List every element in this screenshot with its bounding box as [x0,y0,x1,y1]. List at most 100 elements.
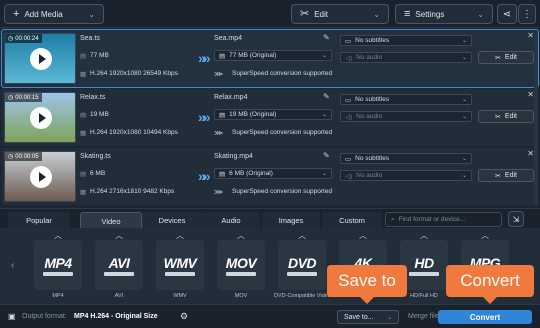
audio-select[interactable]: ◁) No audio ⌄ [340,111,472,122]
file-list: ◷ 00:00:24 Sea.ts ▤ 77 MB ▦ H.264 1920x10… [0,28,540,208]
bottom-bar: ▣ Output format: MP4 H.264 - Original Si… [0,304,540,328]
edit-file-button[interactable]: ✂ Edit [478,169,534,182]
format-logo-bar [287,271,317,276]
subtitles-select[interactable]: ▭ No subtitles ⌄ [340,94,472,105]
add-media-button[interactable]: + Add Media ⌄ [4,4,104,24]
tab-video[interactable]: Video [80,212,142,229]
format-logo-text: WMV [163,254,197,271]
remove-file-close-icon[interactable]: ✕ [527,90,534,99]
tab-audio[interactable]: Audio [202,212,260,229]
duration-text: 00:00:24 [15,35,39,42]
add-media-label: Add Media [24,9,63,19]
output-size-select[interactable]: ▤ 19 MB (Original) ⌄ [214,109,332,120]
pencil-icon[interactable]: ✎ [323,92,330,101]
audio-value: No audio [356,172,383,179]
file-list-scrollbar[interactable] [534,32,538,206]
subtitles-select[interactable]: ▭ No subtitles ⌄ [340,35,472,46]
subtitles-select[interactable]: ▭ No subtitles ⌄ [340,153,472,164]
format-tile[interactable]: ︿ MOV MOV [213,230,269,300]
convert-button[interactable]: Convert [438,310,532,324]
format-search-input[interactable]: ⌕ Find format or device... [385,212,502,227]
output-size-select[interactable]: ▤ 6 MB (Original) ⌄ [214,168,332,179]
format-logo: AVI [95,240,143,290]
source-file-size: 19 MB [90,111,109,118]
tab-popular[interactable]: Popular [8,212,70,229]
chevron-left-icon[interactable]: ‹ [11,260,14,271]
pencil-icon[interactable]: ✎ [323,33,330,42]
clock-icon: ◷ [8,154,14,160]
play-icon[interactable] [30,107,52,129]
duration-badge: ◷ 00:00:15 [5,93,42,102]
format-tile[interactable]: ︿ MP4 MP4 [30,230,86,300]
play-icon[interactable] [30,166,52,188]
kebab-menu-icon: ⋮ [522,8,532,20]
pencil-icon[interactable]: ✎ [323,151,330,160]
format-name: DVD-Compatible Video [274,293,331,299]
format-logo: MP4 [34,240,82,290]
format-logo-bar [43,271,73,276]
convert-arrow-icon: »» [198,168,210,184]
format-tabs: Popular Video Devices Audio Images Custo… [0,208,540,229]
file-row[interactable]: ◷ 00:00:15 Relax.ts ▤ 19 MB ▦ H.264 1920x… [2,89,538,146]
save-to-button[interactable]: Save to... ⌄ [337,310,399,324]
edit-file-button[interactable]: ✂ Edit [478,51,534,64]
chevron-down-icon: ⌄ [373,9,380,19]
play-icon[interactable] [30,48,52,70]
superspeed-icon: ⋙ [214,189,224,196]
format-logo-text: DVD [287,254,317,271]
settings-button[interactable]: ≡ Settings ⌄ [395,4,493,24]
subtitles-icon: ▭ [345,155,352,163]
chevron-down-icon: ⌄ [461,114,467,120]
custom-format-button[interactable]: ⇲ [508,211,524,227]
format-logo-bar [226,271,256,276]
subtitles-value: No subtitles [355,96,390,103]
format-name: WMV [173,293,187,299]
tab-images[interactable]: Images [262,212,320,229]
format-tile[interactable]: ︿ WMV WMV [152,230,208,300]
subtitles-icon: ▭ [345,37,352,45]
chevron-down-icon: ⌄ [321,112,327,118]
remove-file-close-icon[interactable]: ✕ [527,31,534,40]
video-thumbnail[interactable]: ◷ 00:00:05 [4,151,76,202]
output-file-name[interactable]: Relax.mp4 [214,94,247,101]
tab-devices[interactable]: Devices [142,212,202,229]
superspeed-icon: ⋙ [214,130,224,137]
subtitles-value: No subtitles [355,37,390,44]
audio-select[interactable]: ◁) No audio ⌄ [340,52,472,63]
superspeed-text: SuperSpeed conversion supported [232,188,333,195]
audio-select[interactable]: ◁) No audio ⌄ [340,170,472,181]
edit-menu-button[interactable]: ✂ Edit ⌄ [291,4,389,24]
format-tile[interactable]: ︿ DVD DVD-Compatible Video [274,230,331,300]
more-options-button[interactable]: ⋮ [518,4,536,24]
remove-file-close-icon[interactable]: ✕ [527,149,534,158]
chevron-down-icon: ⌄ [461,156,467,162]
format-tile[interactable]: ︿ AVI AVI [91,230,147,300]
subtitles-value: No subtitles [355,155,390,162]
audio-value: No audio [356,113,383,120]
output-format-label: Output format: [22,313,67,320]
search-placeholder: Find format or device... [398,216,466,223]
output-file-name[interactable]: Sea.mp4 [214,35,242,42]
file-row[interactable]: ◷ 00:00:24 Sea.ts ▤ 77 MB ▦ H.264 1920x10… [1,29,539,88]
gear-icon[interactable]: ⚙ [180,311,188,322]
save-to-label: Save to... [344,313,374,321]
output-size-select[interactable]: ▤ 77 MB (Original) ⌄ [214,50,332,61]
file-icon: ▣ [8,312,16,321]
audio-icon: ◁) [345,113,353,121]
output-format-value[interactable]: MP4 H.264 - Original Size [74,313,158,320]
video-thumbnail[interactable]: ◷ 00:00:24 [4,33,76,84]
superspeed-text: SuperSpeed conversion supported [232,129,333,136]
edit-file-button[interactable]: ✂ Edit [478,110,534,123]
file-size-icon: ▤ [219,170,226,178]
duration-text: 00:00:05 [15,153,39,160]
source-file-size: 77 MB [90,52,109,59]
file-row[interactable]: ◷ 00:00:05 Skating.ts ▤ 6 MB ▦ H.264 2716… [2,148,538,205]
format-name: AVI [114,293,124,299]
tab-custom[interactable]: Custom [322,212,382,229]
format-logo: HD [400,240,448,290]
video-thumbnail[interactable]: ◷ 00:00:15 [4,92,76,143]
share-button[interactable]: ⋖ [497,4,517,24]
source-codec-info: H.264 1920x1080 26549 Kbps [90,70,178,77]
output-file-name[interactable]: Skating.mp4 [214,153,253,160]
source-file-size: 6 MB [90,170,106,177]
